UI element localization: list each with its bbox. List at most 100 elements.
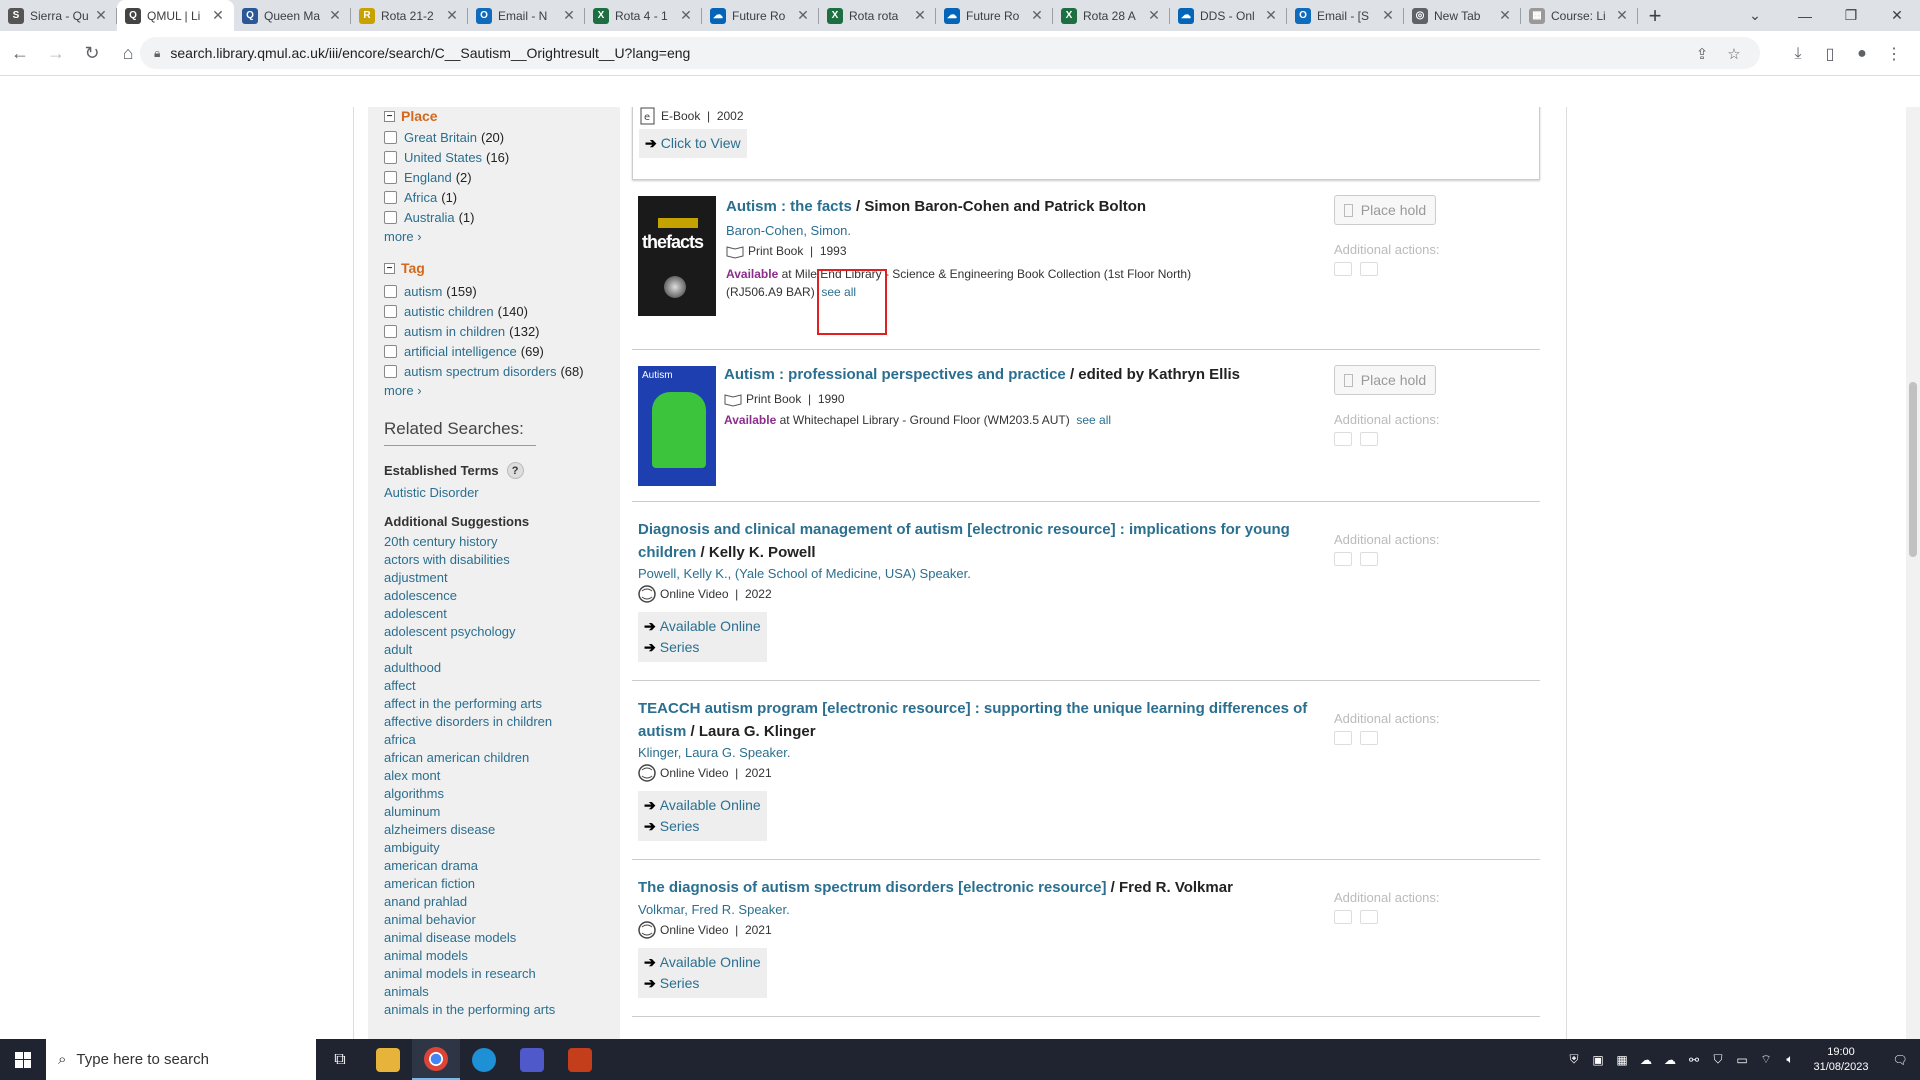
chrome-icon[interactable] <box>412 1039 460 1080</box>
facet-checkbox[interactable] <box>384 364 397 378</box>
help-icon[interactable]: ? <box>506 462 524 479</box>
result-title-link[interactable]: The diagnosis of autism spectrum disorde… <box>638 879 1106 896</box>
facet-checkbox[interactable] <box>384 304 397 318</box>
email-icon[interactable] <box>1360 432 1378 446</box>
lock-icon[interactable]: 🔒︎ <box>154 46 160 61</box>
scrollbar-thumb[interactable] <box>1909 382 1917 557</box>
suggestion-link[interactable]: american fiction <box>384 875 584 893</box>
facet-link[interactable]: autism <box>404 284 442 299</box>
tab-close-icon[interactable]: ✕ <box>1614 7 1630 24</box>
place-hold-button[interactable]: Place hold <box>1334 195 1436 225</box>
security-icon[interactable]: ⛨ <box>1562 1052 1586 1067</box>
browser-tab[interactable]: ☁ DDS - Onl ✕ <box>1170 0 1287 31</box>
facet-option[interactable]: artificial intelligence (69) <box>384 341 584 361</box>
browser-tab[interactable]: X Rota 4 - 1 ✕ <box>585 0 702 31</box>
browser-tab[interactable]: ▦ Course: Li ✕ <box>1521 0 1638 31</box>
download-icon[interactable]: ⤓ <box>1782 38 1814 70</box>
suggestion-link[interactable]: aluminum <box>384 803 584 821</box>
tab-close-icon[interactable]: ✕ <box>1497 7 1513 24</box>
basket-icon[interactable] <box>1334 731 1352 745</box>
suggestion-link[interactable]: affect in the performing arts <box>384 695 584 713</box>
facet-link[interactable]: England <box>404 170 452 185</box>
tag-more-link[interactable]: more › <box>384 381 584 401</box>
book-cover-image[interactable]: Autism <box>638 366 716 486</box>
author-link[interactable]: Powell, Kelly K., (Yale School of Medici… <box>638 566 971 581</box>
suggestion-link[interactable]: alex mont <box>384 767 584 785</box>
suggestion-link[interactable]: affective disorders in children <box>384 713 584 731</box>
tab-close-icon[interactable]: ✕ <box>912 7 928 24</box>
volume-icon[interactable]: 🔈︎ <box>1778 1052 1802 1067</box>
suggestion-link[interactable]: adjustment <box>384 569 584 587</box>
tab-close-icon[interactable]: ✕ <box>678 7 694 24</box>
browser-tab[interactable]: R Rota 21-2 ✕ <box>351 0 468 31</box>
author-link[interactable]: Volkmar, Fred R. Speaker. <box>638 902 790 917</box>
suggestion-link[interactable]: alzheimers disease <box>384 821 584 839</box>
facet-checkbox[interactable] <box>384 190 397 204</box>
facet-option[interactable]: United States (16) <box>384 147 584 167</box>
browser-tab[interactable]: ☁ Future Ro ✕ <box>936 0 1053 31</box>
facet-link[interactable]: Great Britain <box>404 130 477 145</box>
menu-icon[interactable]: ⋮ <box>1878 38 1910 70</box>
series-link[interactable]: ➔ Series <box>644 973 761 994</box>
suggestion-link[interactable]: adolescent psychology <box>384 623 584 641</box>
facet-option[interactable]: autistic children (140) <box>384 301 584 321</box>
shield-icon[interactable]: ⛉ <box>1706 1052 1730 1067</box>
tab-close-icon[interactable]: ✕ <box>795 7 811 24</box>
new-tab-icon[interactable]: + <box>1638 0 1672 31</box>
place-hold-button[interactable]: Place hold <box>1334 365 1436 395</box>
task-view-icon[interactable]: ⧉ <box>316 1039 364 1080</box>
browser-tab[interactable]: X Rota rota ✕ <box>819 0 936 31</box>
suggestion-link[interactable]: american drama <box>384 857 584 875</box>
suggestion-link[interactable]: adult <box>384 641 584 659</box>
tab-search-icon[interactable]: ⌄ <box>1735 0 1775 31</box>
onedrive-business-icon[interactable]: ☁ <box>1658 1053 1682 1067</box>
suggestion-link[interactable]: affect <box>384 677 584 695</box>
facet-option[interactable]: autism in children (132) <box>384 321 584 341</box>
tab-close-icon[interactable]: ✕ <box>1380 7 1396 24</box>
reload-icon[interactable]: ↻ <box>76 37 108 69</box>
browser-tab[interactable]: O Email - N ✕ <box>468 0 585 31</box>
facet-option[interactable]: autism (159) <box>384 281 584 301</box>
basket-icon[interactable] <box>1334 910 1352 924</box>
facet-option[interactable]: England (2) <box>384 167 584 187</box>
result-title-link[interactable]: Autism : the facts <box>726 198 852 215</box>
facet-link[interactable]: autism spectrum disorders <box>404 364 556 379</box>
powerpoint-icon[interactable] <box>556 1039 604 1080</box>
suggestion-link[interactable]: ambiguity <box>384 839 584 857</box>
suggestion-link[interactable]: african american children <box>384 749 584 767</box>
facet-checkbox[interactable] <box>384 150 397 164</box>
see-all-link[interactable]: see all <box>1076 413 1111 427</box>
facet-link[interactable]: Africa <box>404 190 437 205</box>
wifi-icon[interactable]: ⌔ <box>1754 1052 1778 1067</box>
minimize-icon[interactable]: — <box>1782 0 1828 31</box>
address-bar[interactable]: 🔒︎ search.library.qmul.ac.uk/iii/encore/… <box>140 37 1760 69</box>
forward-icon[interactable]: → <box>40 37 72 69</box>
facet-checkbox[interactable] <box>384 324 397 338</box>
result-title-link[interactable]: Autism : professional perspectives and p… <box>724 366 1066 383</box>
browser-tab[interactable]: O Email - [S ✕ <box>1287 0 1404 31</box>
facet-option[interactable]: Great Britain (20) <box>384 127 584 147</box>
facet-link[interactable]: autistic children <box>404 304 494 319</box>
click-to-view-link[interactable]: ➔ Click to View <box>639 129 747 158</box>
clock[interactable]: 19:00 31/08/2023 <box>1802 1045 1880 1075</box>
suggestion-link[interactable]: animals in the performing arts <box>384 1001 584 1019</box>
browser-tab[interactable]: ☁ Future Ro ✕ <box>702 0 819 31</box>
author-link[interactable]: Klinger, Laura G. Speaker. <box>638 745 790 760</box>
facet-link[interactable]: artificial intelligence <box>404 344 517 359</box>
browser-tab[interactable]: ◎ New Tab ✕ <box>1404 0 1521 31</box>
email-icon[interactable] <box>1360 552 1378 566</box>
suggestion-link[interactable]: actors with disabilities <box>384 551 584 569</box>
facet-link[interactable]: Australia <box>404 210 455 225</box>
back-icon[interactable]: ← <box>4 37 36 69</box>
browser-tab[interactable]: S Sierra - Qu ✕ <box>0 0 117 31</box>
tab-close-icon[interactable]: ✕ <box>561 7 577 24</box>
facet-option[interactable]: autism spectrum disorders (68) <box>384 361 584 381</box>
facet-checkbox[interactable] <box>384 130 397 144</box>
available-online-link[interactable]: ➔ Available Online <box>644 795 761 816</box>
suggestion-link[interactable]: anand prahlad <box>384 893 584 911</box>
share-icon[interactable]: ⇪ <box>1686 38 1718 70</box>
close-window-icon[interactable]: ✕ <box>1874 0 1920 31</box>
taskbar-search-box[interactable]: ⌕ Type here to search <box>46 1039 316 1080</box>
start-button[interactable] <box>0 1039 46 1080</box>
series-link[interactable]: ➔ Series <box>644 637 761 658</box>
